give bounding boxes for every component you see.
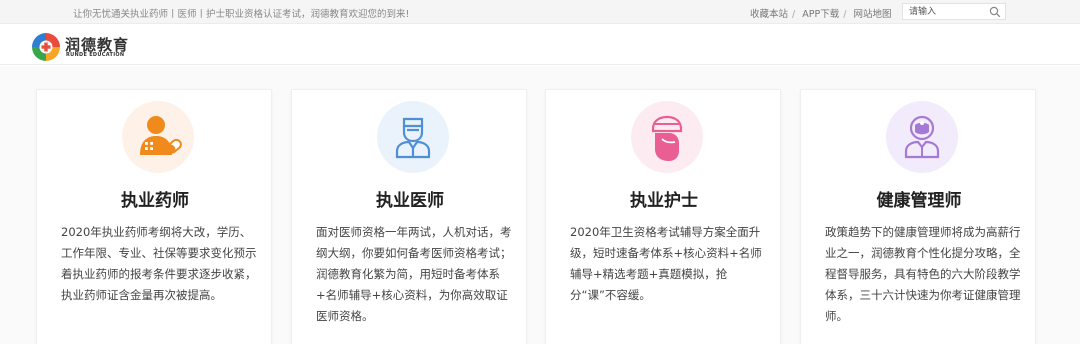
card-health-manager[interactable]: 健康管理师 政策趋势下的健康管理师将成为高薪行业之一，润德教育个性化提分攻略，全… xyxy=(800,89,1036,344)
card-title: 执业医师 xyxy=(376,191,444,211)
card-nurse[interactable]: 执业护士 2020年卫生资格考试辅导方案全面升级，短时速备考体系+核心资料+名师… xyxy=(545,89,781,344)
card-title: 健康管理师 xyxy=(876,191,962,211)
pharmacist-icon-wrap xyxy=(122,101,194,173)
logo[interactable]: 润德教育 RUNDE EDUCATION xyxy=(31,32,131,62)
top-links: 收藏本站 / APP下载 / 网站地图 xyxy=(750,9,892,20)
card-description: 2020年执业药师考纲将大改，学历、工作年限、专业、社保等要求变化预示着执业药师… xyxy=(61,225,257,302)
app-download-link[interactable]: APP下载 xyxy=(802,9,839,20)
welcome-text: 让你无忧通关执业药师丨医师丨护士职业资格认证考试，润德教育欢迎您的到来! xyxy=(73,9,410,20)
doctor-icon xyxy=(395,117,431,159)
card-description: 2020年卫生资格考试辅导方案全面升级，短时速备考体系+核心资料+名师辅导+精选… xyxy=(570,225,762,302)
health-manager-icon-wrap xyxy=(886,101,958,173)
bookmark-link[interactable]: 收藏本站 xyxy=(750,9,788,20)
search-icon[interactable] xyxy=(989,6,1001,18)
logo-mark-icon xyxy=(32,33,60,61)
card-description: 政策趋势下的健康管理师将成为高薪行业之一，润德教育个性化提分攻略，全程督导服务，… xyxy=(825,225,1021,323)
site-header: 润德教育 RUNDE EDUCATION xyxy=(0,24,1080,65)
pharmacist-icon xyxy=(140,116,182,155)
top-utility-bar: 让你无忧通关执业药师丨医师丨护士职业资格认证考试，润德教育欢迎您的到来! 收藏本… xyxy=(0,0,1080,24)
search-input[interactable] xyxy=(903,4,989,19)
logo-text-en: RUNDE EDUCATION xyxy=(66,52,125,58)
health-manager-icon xyxy=(904,115,940,159)
doctor-icon-wrap xyxy=(377,101,449,173)
nurse-icon-wrap xyxy=(631,101,703,173)
card-pharmacist[interactable]: 执业药师 2020年执业药师考纲将大改，学历、工作年限、专业、社保等要求变化预示… xyxy=(36,89,272,344)
card-title: 执业护士 xyxy=(630,191,698,211)
card-doctor[interactable]: 执业医师 面对医师资格一年两试，人机对话，考纲大纲，你要如何备考医师资格考试；润… xyxy=(291,89,527,344)
nurse-icon xyxy=(651,115,683,161)
card-description: 面对医师资格一年两试，人机对话，考纲大纲，你要如何备考医师资格考试；润德教育化繁… xyxy=(316,225,512,323)
search-box xyxy=(902,3,1006,20)
card-title: 执业药师 xyxy=(121,191,189,211)
sitemap-link[interactable]: 网站地图 xyxy=(853,9,891,20)
